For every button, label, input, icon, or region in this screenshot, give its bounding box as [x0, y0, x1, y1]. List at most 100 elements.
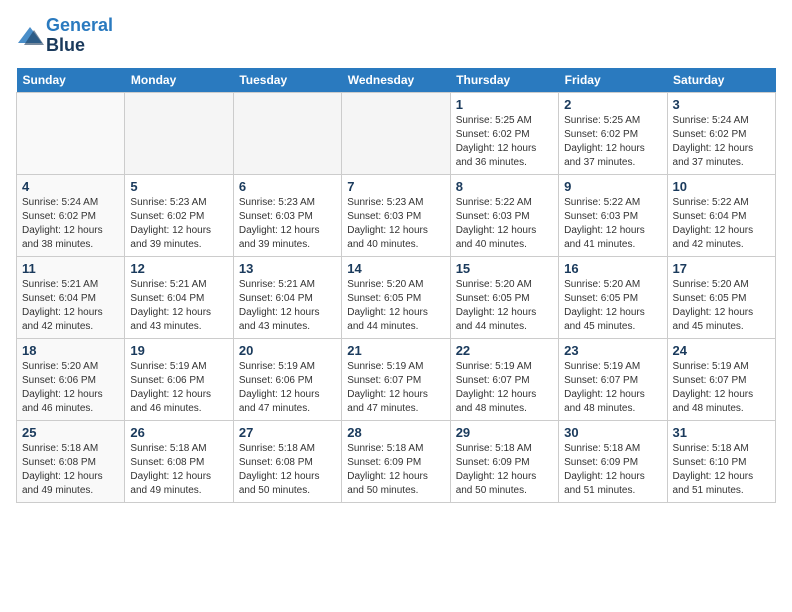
calendar-cell: 18 Sunrise: 5:20 AM Sunset: 6:06 PM Dayli…	[17, 338, 125, 420]
day-number: 18	[22, 343, 119, 358]
calendar-cell: 10 Sunrise: 5:22 AM Sunset: 6:04 PM Dayli…	[667, 174, 775, 256]
day-info: Sunrise: 5:22 AM Sunset: 6:04 PM Dayligh…	[673, 196, 770, 252]
calendar-cell: 26 Sunrise: 5:18 AM Sunset: 6:08 PM Dayli…	[125, 420, 233, 502]
day-number: 13	[239, 261, 336, 276]
calendar-cell: 31Sunrise: 5:18 AM Sunset: 6:10 PM Dayli…	[667, 420, 775, 502]
day-info: Sunrise: 5:18 AM Sunset: 6:09 PM Dayligh…	[456, 442, 553, 498]
calendar-cell: 11 Sunrise: 5:21 AM Sunset: 6:04 PM Dayli…	[17, 256, 125, 338]
calendar-cell: 22Sunrise: 5:19 AM Sunset: 6:07 PM Dayli…	[450, 338, 558, 420]
calendar-cell: 8 Sunrise: 5:22 AM Sunset: 6:03 PM Daylig…	[450, 174, 558, 256]
logo: GeneralBlue	[16, 16, 113, 56]
day-number: 29	[456, 425, 553, 440]
day-info: Sunrise: 5:21 AM Sunset: 6:04 PM Dayligh…	[22, 278, 119, 334]
day-number: 9	[564, 179, 661, 194]
logo-icon	[16, 25, 44, 47]
calendar-table: SundayMondayTuesdayWednesdayThursdayFrid…	[16, 68, 776, 503]
day-info: Sunrise: 5:20 AM Sunset: 6:06 PM Dayligh…	[22, 360, 119, 416]
calendar-cell: 27 Sunrise: 5:18 AM Sunset: 6:08 PM Dayli…	[233, 420, 341, 502]
day-number: 28	[347, 425, 444, 440]
calendar-cell: 5 Sunrise: 5:23 AM Sunset: 6:02 PM Daylig…	[125, 174, 233, 256]
day-number: 5	[130, 179, 227, 194]
day-number: 10	[673, 179, 770, 194]
calendar-cell	[17, 92, 125, 174]
day-info: Sunrise: 5:18 AM Sunset: 6:08 PM Dayligh…	[22, 442, 119, 498]
day-number: 17	[673, 261, 770, 276]
calendar-cell: 30 Sunrise: 5:18 AM Sunset: 6:09 PM Dayli…	[559, 420, 667, 502]
day-number: 25	[22, 425, 119, 440]
logo-text: GeneralBlue	[46, 16, 113, 56]
day-info: Sunrise: 5:25 AM Sunset: 6:02 PM Dayligh…	[456, 114, 553, 170]
day-number: 3	[673, 97, 770, 112]
day-number: 21	[347, 343, 444, 358]
day-number: 14	[347, 261, 444, 276]
day-number: 20	[239, 343, 336, 358]
day-info: Sunrise: 5:19 AM Sunset: 6:06 PM Dayligh…	[239, 360, 336, 416]
day-info: Sunrise: 5:22 AM Sunset: 6:03 PM Dayligh…	[564, 196, 661, 252]
day-info: Sunrise: 5:22 AM Sunset: 6:03 PM Dayligh…	[456, 196, 553, 252]
day-info: Sunrise: 5:18 AM Sunset: 6:09 PM Dayligh…	[347, 442, 444, 498]
day-info: Sunrise: 5:19 AM Sunset: 6:06 PM Dayligh…	[130, 360, 227, 416]
calendar-cell: 23 Sunrise: 5:19 AM Sunset: 6:07 PM Dayli…	[559, 338, 667, 420]
page-header: GeneralBlue	[16, 16, 776, 56]
weekday-header-friday: Friday	[559, 68, 667, 93]
calendar-cell: 13 Sunrise: 5:21 AM Sunset: 6:04 PM Dayli…	[233, 256, 341, 338]
day-info: Sunrise: 5:23 AM Sunset: 6:02 PM Dayligh…	[130, 196, 227, 252]
weekday-header-saturday: Saturday	[667, 68, 775, 93]
day-number: 31	[673, 425, 770, 440]
calendar-cell: 12 Sunrise: 5:21 AM Sunset: 6:04 PM Dayli…	[125, 256, 233, 338]
calendar-cell	[125, 92, 233, 174]
day-info: Sunrise: 5:18 AM Sunset: 6:08 PM Dayligh…	[130, 442, 227, 498]
calendar-cell: 19Sunrise: 5:19 AM Sunset: 6:06 PM Dayli…	[125, 338, 233, 420]
day-info: Sunrise: 5:18 AM Sunset: 6:08 PM Dayligh…	[239, 442, 336, 498]
calendar-cell: 2 Sunrise: 5:25 AM Sunset: 6:02 PM Daylig…	[559, 92, 667, 174]
day-info: Sunrise: 5:23 AM Sunset: 6:03 PM Dayligh…	[347, 196, 444, 252]
day-number: 12	[130, 261, 227, 276]
calendar-cell: 17 Sunrise: 5:20 AM Sunset: 6:05 PM Dayli…	[667, 256, 775, 338]
day-number: 26	[130, 425, 227, 440]
day-info: Sunrise: 5:20 AM Sunset: 6:05 PM Dayligh…	[564, 278, 661, 334]
calendar-cell: 16 Sunrise: 5:20 AM Sunset: 6:05 PM Dayli…	[559, 256, 667, 338]
day-info: Sunrise: 5:24 AM Sunset: 6:02 PM Dayligh…	[22, 196, 119, 252]
day-info: Sunrise: 5:18 AM Sunset: 6:09 PM Dayligh…	[564, 442, 661, 498]
calendar-cell: 28 Sunrise: 5:18 AM Sunset: 6:09 PM Dayli…	[342, 420, 450, 502]
day-number: 11	[22, 261, 119, 276]
calendar-cell: 6 Sunrise: 5:23 AM Sunset: 6:03 PM Daylig…	[233, 174, 341, 256]
calendar-cell: 20 Sunrise: 5:19 AM Sunset: 6:06 PM Dayli…	[233, 338, 341, 420]
day-info: Sunrise: 5:21 AM Sunset: 6:04 PM Dayligh…	[130, 278, 227, 334]
day-info: Sunrise: 5:19 AM Sunset: 6:07 PM Dayligh…	[347, 360, 444, 416]
day-info: Sunrise: 5:24 AM Sunset: 6:02 PM Dayligh…	[673, 114, 770, 170]
day-number: 2	[564, 97, 661, 112]
day-info: Sunrise: 5:23 AM Sunset: 6:03 PM Dayligh…	[239, 196, 336, 252]
calendar-cell: 9 Sunrise: 5:22 AM Sunset: 6:03 PM Daylig…	[559, 174, 667, 256]
weekday-header-tuesday: Tuesday	[233, 68, 341, 93]
day-info: Sunrise: 5:25 AM Sunset: 6:02 PM Dayligh…	[564, 114, 661, 170]
calendar-cell: 25 Sunrise: 5:18 AM Sunset: 6:08 PM Dayli…	[17, 420, 125, 502]
calendar-cell: 15 Sunrise: 5:20 AM Sunset: 6:05 PM Dayli…	[450, 256, 558, 338]
day-info: Sunrise: 5:19 AM Sunset: 6:07 PM Dayligh…	[564, 360, 661, 416]
day-number: 1	[456, 97, 553, 112]
calendar-cell: 3 Sunrise: 5:24 AM Sunset: 6:02 PM Daylig…	[667, 92, 775, 174]
day-info: Sunrise: 5:21 AM Sunset: 6:04 PM Dayligh…	[239, 278, 336, 334]
day-info: Sunrise: 5:20 AM Sunset: 6:05 PM Dayligh…	[347, 278, 444, 334]
calendar-cell: 7 Sunrise: 5:23 AM Sunset: 6:03 PM Daylig…	[342, 174, 450, 256]
day-number: 23	[564, 343, 661, 358]
weekday-header-monday: Monday	[125, 68, 233, 93]
day-info: Sunrise: 5:19 AM Sunset: 6:07 PM Dayligh…	[673, 360, 770, 416]
day-number: 15	[456, 261, 553, 276]
calendar-cell: 1 Sunrise: 5:25 AM Sunset: 6:02 PM Daylig…	[450, 92, 558, 174]
calendar-cell: 24 Sunrise: 5:19 AM Sunset: 6:07 PM Dayli…	[667, 338, 775, 420]
day-number: 30	[564, 425, 661, 440]
day-info: Sunrise: 5:20 AM Sunset: 6:05 PM Dayligh…	[673, 278, 770, 334]
day-number: 4	[22, 179, 119, 194]
day-number: 22	[456, 343, 553, 358]
weekday-header-wednesday: Wednesday	[342, 68, 450, 93]
day-number: 16	[564, 261, 661, 276]
day-number: 24	[673, 343, 770, 358]
calendar-cell: 29 Sunrise: 5:18 AM Sunset: 6:09 PM Dayli…	[450, 420, 558, 502]
day-number: 27	[239, 425, 336, 440]
day-number: 6	[239, 179, 336, 194]
day-number: 8	[456, 179, 553, 194]
day-info: Sunrise: 5:20 AM Sunset: 6:05 PM Dayligh…	[456, 278, 553, 334]
day-number: 7	[347, 179, 444, 194]
weekday-header-thursday: Thursday	[450, 68, 558, 93]
